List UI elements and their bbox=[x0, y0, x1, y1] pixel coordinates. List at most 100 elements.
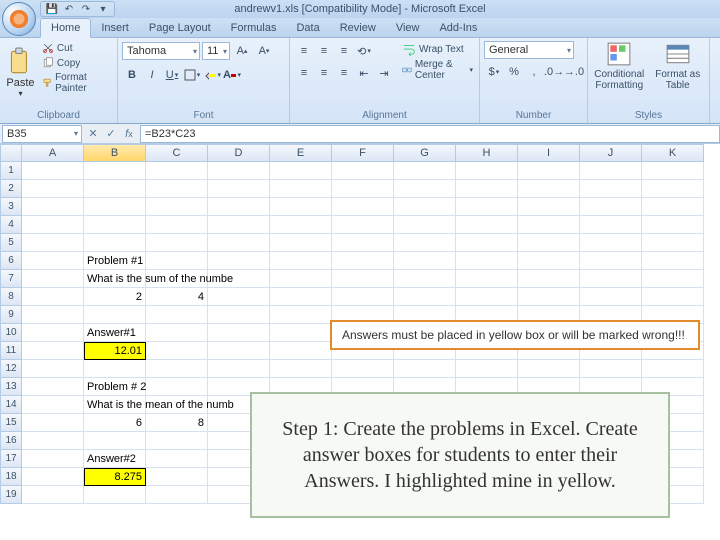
cell-b7[interactable]: What is the sum of the numbe bbox=[84, 270, 146, 288]
cell-c17[interactable] bbox=[146, 450, 208, 468]
cell-i12[interactable] bbox=[518, 360, 580, 378]
cell-d4[interactable] bbox=[208, 216, 270, 234]
cell-g4[interactable] bbox=[394, 216, 456, 234]
column-header-a[interactable]: A bbox=[22, 144, 84, 162]
column-header-j[interactable]: J bbox=[580, 144, 642, 162]
cell-b18[interactable]: 8.275 bbox=[84, 468, 146, 486]
cell-h8[interactable] bbox=[456, 288, 518, 306]
align-middle-button[interactable]: ≡ bbox=[314, 41, 334, 61]
border-button[interactable] bbox=[182, 65, 202, 85]
percent-button[interactable]: % bbox=[504, 62, 524, 82]
cell-a5[interactable] bbox=[22, 234, 84, 252]
font-name-combo[interactable]: Tahoma bbox=[122, 42, 200, 60]
align-right-button[interactable]: ≡ bbox=[334, 63, 354, 83]
cell-i3[interactable] bbox=[518, 198, 580, 216]
cell-g7[interactable] bbox=[394, 270, 456, 288]
cell-d5[interactable] bbox=[208, 234, 270, 252]
increase-decimal-button[interactable]: .0→ bbox=[544, 62, 564, 82]
number-format-combo[interactable]: General bbox=[484, 41, 574, 59]
cell-e2[interactable] bbox=[270, 180, 332, 198]
cell-e4[interactable] bbox=[270, 216, 332, 234]
cell-f8[interactable] bbox=[332, 288, 394, 306]
font-size-combo[interactable]: 11 bbox=[202, 42, 230, 60]
row-header-7[interactable]: 7 bbox=[0, 270, 22, 288]
cell-k2[interactable] bbox=[642, 180, 704, 198]
cell-a18[interactable] bbox=[22, 468, 84, 486]
cell-a19[interactable] bbox=[22, 486, 84, 504]
column-header-i[interactable]: I bbox=[518, 144, 580, 162]
cell-i4[interactable] bbox=[518, 216, 580, 234]
cell-f5[interactable] bbox=[332, 234, 394, 252]
cell-i6[interactable] bbox=[518, 252, 580, 270]
cell-c10[interactable] bbox=[146, 324, 208, 342]
cell-a12[interactable] bbox=[22, 360, 84, 378]
row-header-9[interactable]: 9 bbox=[0, 306, 22, 324]
cell-b5[interactable] bbox=[84, 234, 146, 252]
cell-i5[interactable] bbox=[518, 234, 580, 252]
paste-button[interactable]: Paste ▾ bbox=[4, 41, 37, 103]
cell-k6[interactable] bbox=[642, 252, 704, 270]
cell-k12[interactable] bbox=[642, 360, 704, 378]
cut-button[interactable]: Cut bbox=[40, 41, 113, 55]
cell-a10[interactable] bbox=[22, 324, 84, 342]
cancel-formula-button[interactable]: ✕ bbox=[84, 125, 102, 143]
fill-color-button[interactable] bbox=[202, 65, 222, 85]
cell-e1[interactable] bbox=[270, 162, 332, 180]
select-all-corner[interactable] bbox=[0, 144, 22, 162]
cell-b19[interactable] bbox=[84, 486, 146, 504]
cell-c5[interactable] bbox=[146, 234, 208, 252]
format-painter-button[interactable]: Format Painter bbox=[40, 71, 113, 95]
cell-e3[interactable] bbox=[270, 198, 332, 216]
cell-g8[interactable] bbox=[394, 288, 456, 306]
tab-formulas[interactable]: Formulas bbox=[221, 19, 287, 37]
cell-g5[interactable] bbox=[394, 234, 456, 252]
grow-font-button[interactable]: A▴ bbox=[232, 41, 252, 61]
cell-a2[interactable] bbox=[22, 180, 84, 198]
cell-f4[interactable] bbox=[332, 216, 394, 234]
cell-d3[interactable] bbox=[208, 198, 270, 216]
cell-b12[interactable] bbox=[84, 360, 146, 378]
orientation-button[interactable]: ⟲ bbox=[354, 41, 374, 61]
cell-c1[interactable] bbox=[146, 162, 208, 180]
cell-d9[interactable] bbox=[208, 306, 270, 324]
cell-b14[interactable]: What is the mean of the numb bbox=[84, 396, 146, 414]
cell-k4[interactable] bbox=[642, 216, 704, 234]
column-header-f[interactable]: F bbox=[332, 144, 394, 162]
cell-e6[interactable] bbox=[270, 252, 332, 270]
cell-a6[interactable] bbox=[22, 252, 84, 270]
align-center-button[interactable]: ≡ bbox=[314, 63, 334, 83]
cell-j2[interactable] bbox=[580, 180, 642, 198]
row-header-6[interactable]: 6 bbox=[0, 252, 22, 270]
undo-icon[interactable]: ↶ bbox=[62, 2, 76, 16]
cell-d2[interactable] bbox=[208, 180, 270, 198]
row-header-8[interactable]: 8 bbox=[0, 288, 22, 306]
conditional-formatting-button[interactable]: Conditional Formatting bbox=[592, 41, 647, 91]
cell-f6[interactable] bbox=[332, 252, 394, 270]
redo-icon[interactable]: ↷ bbox=[79, 2, 93, 16]
column-header-h[interactable]: H bbox=[456, 144, 518, 162]
cell-b17[interactable]: Answer#2 bbox=[84, 450, 146, 468]
cell-b8[interactable]: 2 bbox=[84, 288, 146, 306]
cell-i7[interactable] bbox=[518, 270, 580, 288]
cell-j4[interactable] bbox=[580, 216, 642, 234]
row-header-15[interactable]: 15 bbox=[0, 414, 22, 432]
align-top-button[interactable]: ≡ bbox=[294, 41, 314, 61]
cell-b4[interactable] bbox=[84, 216, 146, 234]
row-header-3[interactable]: 3 bbox=[0, 198, 22, 216]
cell-d11[interactable] bbox=[208, 342, 270, 360]
row-header-14[interactable]: 14 bbox=[0, 396, 22, 414]
cell-c6[interactable] bbox=[146, 252, 208, 270]
cell-i2[interactable] bbox=[518, 180, 580, 198]
cell-c3[interactable] bbox=[146, 198, 208, 216]
cell-g3[interactable] bbox=[394, 198, 456, 216]
underline-button[interactable]: U bbox=[162, 65, 182, 85]
row-header-12[interactable]: 12 bbox=[0, 360, 22, 378]
cell-h5[interactable] bbox=[456, 234, 518, 252]
cell-c18[interactable] bbox=[146, 468, 208, 486]
cell-h7[interactable] bbox=[456, 270, 518, 288]
column-header-c[interactable]: C bbox=[146, 144, 208, 162]
enter-formula-button[interactable]: ✓ bbox=[102, 125, 120, 143]
cell-f3[interactable] bbox=[332, 198, 394, 216]
cell-b6[interactable]: Problem #1 bbox=[84, 252, 146, 270]
align-left-button[interactable]: ≡ bbox=[294, 63, 314, 83]
